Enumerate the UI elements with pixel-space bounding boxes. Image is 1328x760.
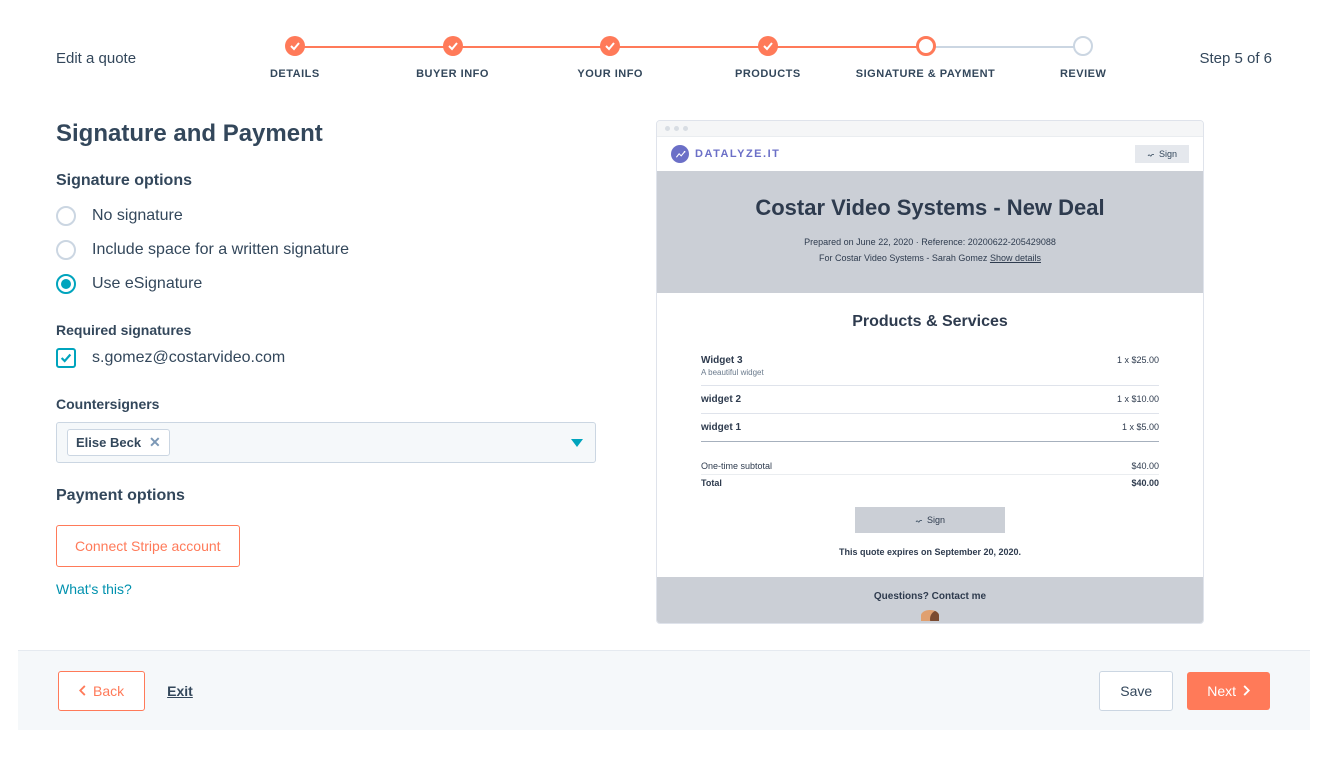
next-button[interactable]: Next (1187, 672, 1270, 710)
step-signature-payment[interactable]: SIGNATURE & PAYMENT (847, 36, 1005, 80)
countersigners-label: Countersigners (56, 396, 596, 412)
radio-icon (56, 206, 76, 226)
subtotal-label: One-time subtotal (701, 461, 772, 471)
stepper: DETAILSBUYER INFOYOUR INFOPRODUCTSSIGNAT… (216, 24, 1162, 80)
avatar (921, 610, 939, 621)
preview-for-line: For Costar Video Systems - Sarah Gomez S… (677, 253, 1183, 263)
back-button[interactable]: Back (58, 671, 145, 711)
preview-title: Costar Video Systems - New Deal (677, 195, 1183, 221)
chevron-right-icon (1242, 685, 1250, 696)
product-row: widget 21 x $10.00 (701, 386, 1159, 414)
footer-bar: Back Exit Save Next (18, 650, 1310, 730)
exit-link[interactable]: Exit (167, 683, 193, 699)
payment-options-label: Payment options (56, 487, 596, 505)
logo-icon (671, 145, 689, 163)
preview-sign-button-top: Sign (1135, 145, 1189, 163)
radio-label: No signature (92, 207, 183, 225)
radio-icon (56, 240, 76, 260)
step-review[interactable]: REVIEW (1004, 36, 1162, 80)
preview-sign-button-body: Sign (855, 507, 1005, 533)
subtotal-value: $40.00 (1131, 461, 1159, 471)
radio-esignature[interactable]: Use eSignature (56, 274, 596, 294)
connect-stripe-button[interactable]: Connect Stripe account (56, 525, 240, 567)
total-value: $40.00 (1131, 478, 1159, 488)
signature-icon (1147, 150, 1155, 158)
step-buyer-info[interactable]: BUYER INFO (374, 36, 532, 80)
checkbox-icon (56, 348, 76, 368)
page-title: Signature and Payment (56, 120, 596, 148)
save-button[interactable]: Save (1099, 671, 1173, 711)
chevron-left-icon (79, 685, 87, 696)
required-signatures-label: Required signatures (56, 322, 596, 338)
signature-icon (915, 516, 923, 524)
product-row: Widget 3A beautiful widget1 x $25.00 (701, 347, 1159, 386)
countersigners-select[interactable]: Elise Beck ✕ (56, 422, 596, 463)
step-counter: Step 5 of 6 (1162, 50, 1272, 67)
quote-preview: DATALYZE.IT Sign Costar Video Systems - … (656, 120, 1204, 624)
step-your-info[interactable]: YOUR INFO (531, 36, 689, 80)
signature-options-label: Signature options (56, 172, 596, 190)
preview-logo: DATALYZE.IT (671, 145, 780, 163)
preview-prepared: Prepared on June 22, 2020 · Reference: 2… (677, 237, 1183, 247)
radio-label: Include space for a written signature (92, 241, 349, 259)
product-row: widget 11 x $5.00 (701, 414, 1159, 442)
step-products[interactable]: PRODUCTS (689, 36, 847, 80)
preview-chrome (657, 121, 1203, 137)
products-heading: Products & Services (701, 313, 1159, 331)
step-details[interactable]: DETAILS (216, 36, 374, 80)
questions-label: Questions? Contact me (657, 591, 1203, 602)
preview-expires: This quote expires on September 20, 2020… (701, 547, 1159, 557)
required-signature-email: s.gomez@costarvideo.com (92, 349, 285, 367)
total-label: Total (701, 478, 722, 488)
show-details-link: Show details (990, 253, 1041, 263)
dropdown-caret-icon (571, 434, 583, 452)
radio-icon (56, 274, 76, 294)
radio-label: Use eSignature (92, 275, 202, 293)
brand-name: DATALYZE.IT (695, 148, 780, 160)
countersigner-chip[interactable]: Elise Beck ✕ (67, 429, 170, 456)
edit-quote-label: Edit a quote (56, 50, 216, 67)
radio-written-signature[interactable]: Include space for a written signature (56, 240, 596, 260)
remove-chip-icon[interactable]: ✕ (149, 434, 161, 451)
required-signature-checkbox[interactable]: s.gomez@costarvideo.com (56, 348, 596, 368)
radio-no-signature[interactable]: No signature (56, 206, 596, 226)
whats-this-link[interactable]: What's this? (56, 581, 596, 597)
chip-label: Elise Beck (76, 435, 141, 450)
